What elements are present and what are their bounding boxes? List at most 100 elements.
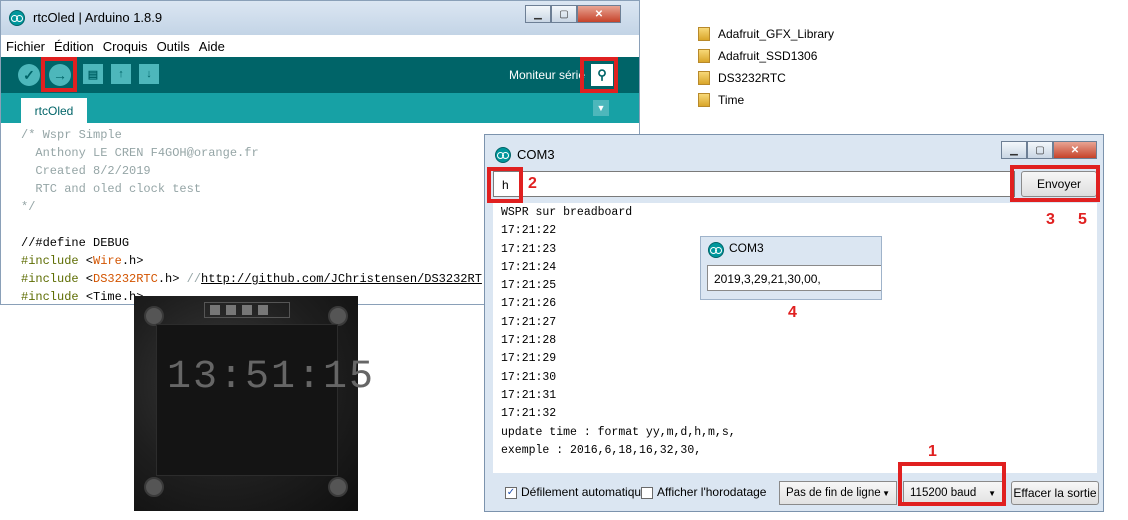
- code-token: .h: [157, 272, 173, 286]
- annotation-5: 5: [1078, 211, 1087, 228]
- autoscroll-checkbox[interactable]: ✓: [505, 487, 517, 499]
- ide-tabs: rtcOled ▼: [1, 93, 639, 123]
- close-icon[interactable]: ✕: [577, 5, 621, 23]
- arduino-logo-icon: [708, 242, 724, 258]
- oled-screen: 13:51:15: [156, 324, 373, 476]
- mount-hole: [328, 477, 348, 497]
- code-token: <: [78, 272, 94, 286]
- highlight-input: [487, 167, 523, 203]
- menu-outils[interactable]: Outils: [152, 35, 194, 54]
- ide-window-controls: ▁ ▢ ✕: [525, 5, 621, 25]
- maximize-icon[interactable]: ▢: [1027, 141, 1053, 159]
- minimize-icon[interactable]: ▁: [525, 5, 551, 23]
- code-token: >: [136, 254, 144, 268]
- tab-rtcoled[interactable]: rtcOled: [21, 98, 87, 123]
- folder-icon: [698, 71, 710, 85]
- code-token: .h: [121, 254, 137, 268]
- folder-item[interactable]: Adafruit_GFX_Library: [698, 24, 834, 44]
- include-keyword: #include: [21, 272, 79, 286]
- ide-menubar: Fichier Édition Croquis Outils Aide: [1, 35, 639, 57]
- tab-menu-button[interactable]: ▼: [593, 100, 609, 116]
- popup-serial-input[interactable]: 2019,3,29,21,30,00,: [707, 265, 881, 291]
- menu-edition[interactable]: Édition: [49, 35, 98, 54]
- mount-hole: [328, 306, 348, 326]
- code-token: <: [78, 254, 94, 268]
- include-keyword: #include: [21, 254, 79, 268]
- include-keyword: #include: [21, 290, 79, 304]
- annotation-2: 2: [528, 175, 537, 192]
- serial-bottom-bar: ✓ Défilement automatique ✓ Afficher l'ho…: [485, 473, 1103, 511]
- highlight-upload: [41, 57, 77, 92]
- oled-photo: 13:51:15: [134, 296, 373, 511]
- menu-croquis[interactable]: Croquis: [98, 35, 152, 54]
- clear-output-button[interactable]: Effacer la sortie: [1011, 481, 1099, 505]
- highlight-send: [1010, 165, 1100, 202]
- output-line: 17:21:29: [501, 352, 557, 366]
- autoscroll-label: Défilement automatique: [521, 485, 648, 499]
- new-button[interactable]: ▤: [83, 64, 103, 84]
- serial-input[interactable]: h: [493, 171, 1015, 197]
- menu-aide[interactable]: Aide: [194, 35, 229, 54]
- minimize-icon[interactable]: ▁: [1001, 141, 1027, 159]
- new-file-icon: ▤: [87, 68, 99, 81]
- timestamp-label: Afficher l'horodatage: [657, 485, 767, 499]
- folder-icon: [698, 27, 710, 41]
- oled-time: 13:51:15: [167, 355, 376, 400]
- chevron-down-icon: ▼: [596, 103, 606, 113]
- library-name: DS3232RTC: [93, 272, 158, 286]
- folder-name: Time: [718, 93, 745, 107]
- library-name: Wire: [93, 254, 122, 268]
- output-line: 17:21:27: [501, 315, 557, 329]
- maximize-icon[interactable]: ▢: [551, 5, 577, 23]
- popup-title: COM3: [729, 241, 764, 255]
- highlight-baud: [898, 462, 1006, 506]
- open-button[interactable]: ↑: [111, 64, 131, 84]
- timestamp-checkbox[interactable]: ✓: [641, 487, 653, 499]
- annotation-3: 3: [1046, 211, 1055, 228]
- arduino-logo-icon: [9, 10, 25, 26]
- popup-serial-window: COM3 2019,3,29,21,30,00,: [700, 236, 882, 300]
- output-line: update time : format yy,m,d,h,m,s,: [501, 425, 736, 439]
- output-line: 17:21:28: [501, 334, 557, 348]
- folder-item[interactable]: DS3232RTC: [698, 68, 786, 88]
- output-line: 17:21:32: [501, 407, 557, 421]
- folder-name: Adafruit_GFX_Library: [718, 27, 835, 41]
- line-ending-value: Pas de fin de ligne: [786, 487, 881, 499]
- folder-name: DS3232RTC: [718, 71, 786, 85]
- output-line: 17:21:30: [501, 370, 557, 384]
- highlight-serial-monitor: [580, 57, 618, 93]
- pin-header: [204, 302, 290, 318]
- folder-item[interactable]: Adafruit_SSD1306: [698, 46, 817, 66]
- ide-titlebar: rtcOled | Arduino 1.8.9 ▁ ▢ ✕: [1, 1, 639, 35]
- folder-icon: [698, 49, 710, 63]
- ide-title: rtcOled | Arduino 1.8.9: [33, 10, 163, 25]
- output-line: 17:21:26: [501, 297, 557, 311]
- serial-monitor-label: Moniteur série: [508, 68, 585, 82]
- verify-button[interactable]: ✓: [18, 64, 40, 86]
- menu-fichier[interactable]: Fichier: [1, 35, 49, 54]
- chevron-down-icon: ▼: [882, 489, 890, 498]
- folder-name: Adafruit_SSD1306: [718, 49, 818, 63]
- folder-icon: [698, 93, 710, 107]
- close-icon[interactable]: ✕: [1053, 141, 1097, 159]
- code-comment: //: [179, 272, 202, 286]
- mount-hole: [144, 306, 164, 326]
- save-button[interactable]: ↓: [139, 64, 159, 84]
- folder-item[interactable]: Time: [698, 90, 744, 110]
- arrow-up-icon: ↑: [118, 68, 124, 80]
- output-line: 17:21:31: [501, 388, 557, 402]
- send-row: h Envoyer: [493, 171, 1097, 197]
- com-window-controls: ▁ ▢ ✕: [1001, 141, 1097, 161]
- ide-toolbar: ✓ → ▤ ↑ ↓ Moniteur série ⚲: [1, 57, 639, 93]
- annotation-4: 4: [788, 304, 797, 321]
- line-ending-select[interactable]: Pas de fin de ligne ▼: [779, 481, 897, 505]
- output-line: WSPR sur breadboard: [501, 206, 633, 219]
- arrow-down-icon: ↓: [146, 68, 152, 80]
- check-icon: ✓: [23, 66, 35, 83]
- arduino-logo-icon: [495, 147, 511, 163]
- output-line: exemple : 2016,6,18,16,32,30,: [501, 443, 702, 457]
- code-url-link[interactable]: http://github.com/JChristensen/DS3232RT: [201, 272, 482, 286]
- mount-hole: [144, 477, 164, 497]
- serial-monitor-title: COM3: [517, 147, 555, 162]
- annotation-1: 1: [928, 443, 937, 460]
